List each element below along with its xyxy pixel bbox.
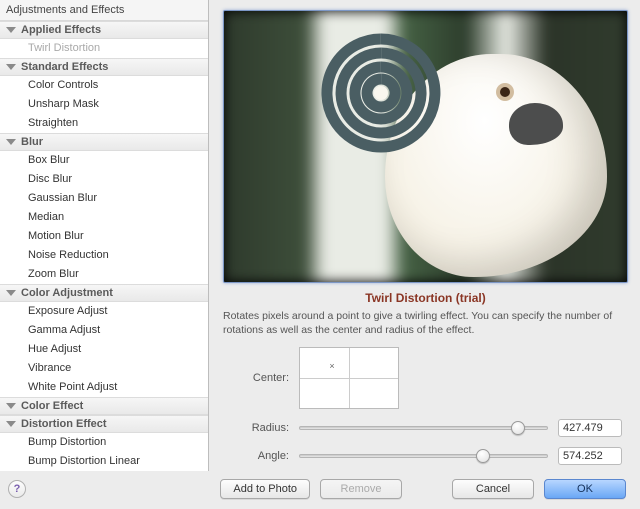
twirl-overlay-icon (321, 33, 441, 153)
sidebar-item[interactable]: Box Blur (0, 151, 208, 170)
cancel-button[interactable]: Cancel (452, 479, 534, 499)
disclosure-triangle-icon (6, 64, 16, 70)
disclosure-triangle-icon (6, 403, 16, 409)
disclosure-triangle-icon (6, 27, 16, 33)
sidebar-item[interactable]: Bump Distortion (0, 433, 208, 452)
sidebar-list[interactable]: Applied Effects Twirl Distortion Standard … (0, 21, 208, 471)
angle-label: Angle: (229, 450, 289, 462)
sidebar-item[interactable]: Bump Distortion Linear (0, 452, 208, 471)
remove-button: Remove (320, 479, 402, 499)
sidebar-category-label: Blur (21, 136, 43, 148)
ok-button[interactable]: OK (544, 479, 626, 499)
sidebar-category-label: Color Adjustment (21, 287, 113, 299)
sidebar-item[interactable]: Exposure Adjust (0, 302, 208, 321)
sidebar-item[interactable]: Unsharp Mask (0, 95, 208, 114)
sidebar-item[interactable]: Noise Reduction (0, 246, 208, 265)
sidebar-category-label: Applied Effects (21, 24, 101, 36)
main-pane: Twirl Distortion (trial) Rotates pixels … (209, 0, 640, 471)
sidebar-item[interactable]: Vibrance (0, 359, 208, 378)
disclosure-triangle-icon (6, 421, 16, 427)
sidebar-item[interactable]: Zoom Blur (0, 265, 208, 284)
add-to-photo-button[interactable]: Add to Photo (220, 479, 310, 499)
radius-label: Radius: (229, 422, 289, 434)
effects-sidebar: Adjustments and Effects Applied Effects T… (0, 0, 209, 471)
help-button[interactable]: ? (8, 480, 26, 498)
sidebar-item[interactable]: Disc Blur (0, 170, 208, 189)
center-marker-icon: × (329, 361, 334, 371)
disclosure-triangle-icon (6, 290, 16, 296)
sidebar-category[interactable]: Color Effect (0, 397, 208, 415)
effect-description: Rotates pixels around a point to give a … (223, 309, 628, 337)
sidebar-title: Adjustments and Effects (0, 0, 208, 21)
radius-value-field[interactable]: 427.479 (558, 419, 622, 437)
sidebar-item[interactable]: White Point Adjust (0, 378, 208, 397)
sidebar-item[interactable]: Straighten (0, 114, 208, 133)
disclosure-triangle-icon (6, 139, 16, 145)
sidebar-category[interactable]: Distortion Effect (0, 415, 208, 433)
sidebar-item[interactable]: Twirl Distortion (0, 39, 208, 58)
radius-slider[interactable] (299, 420, 548, 436)
sidebar-category[interactable]: Color Adjustment (0, 284, 208, 302)
sidebar-category[interactable]: Standard Effects (0, 58, 208, 76)
effect-preview[interactable] (223, 10, 628, 283)
dialog-button-bar: ? Add to Photo Remove Cancel OK (0, 471, 640, 509)
angle-value-field[interactable]: 574.252 (558, 447, 622, 465)
sidebar-item[interactable]: Motion Blur (0, 227, 208, 246)
center-crosshair-input[interactable]: × (299, 347, 399, 409)
sidebar-item[interactable]: Median (0, 208, 208, 227)
center-label: Center: (229, 372, 289, 384)
sidebar-category-label: Standard Effects (21, 61, 108, 73)
angle-slider[interactable] (299, 448, 548, 464)
sidebar-item[interactable]: Color Controls (0, 76, 208, 95)
sidebar-item[interactable]: Hue Adjust (0, 340, 208, 359)
sidebar-item[interactable]: Gamma Adjust (0, 321, 208, 340)
effects-dialog: { "sidebar": { "title": "Adjustments and… (0, 0, 640, 509)
sidebar-category-label: Distortion Effect (21, 418, 107, 430)
sidebar-item[interactable]: Gaussian Blur (0, 189, 208, 208)
sidebar-category[interactable]: Applied Effects (0, 21, 208, 39)
sidebar-category[interactable]: Blur (0, 133, 208, 151)
effect-title: Twirl Distortion (trial) (223, 291, 628, 305)
sidebar-category-label: Color Effect (21, 400, 83, 412)
